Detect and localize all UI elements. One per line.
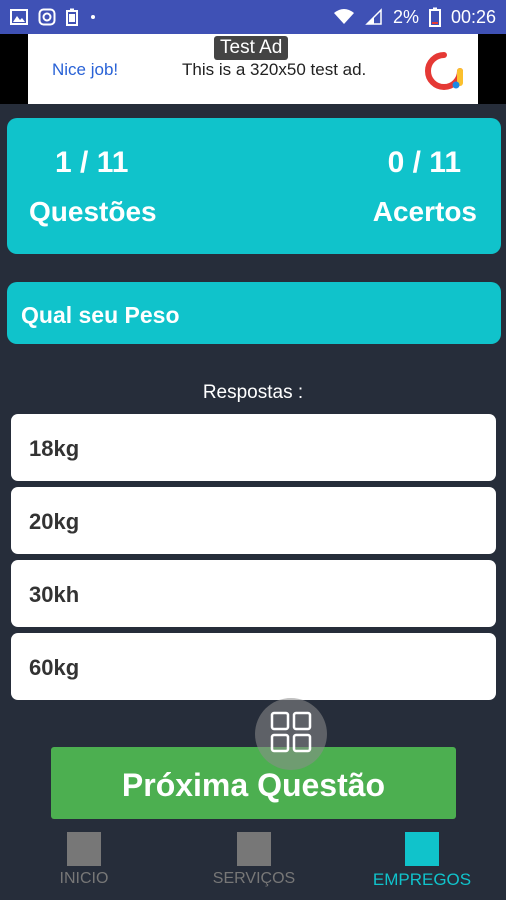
signal-icon xyxy=(365,8,383,26)
correct-label: Acertos xyxy=(372,196,477,227)
battery-percent: 2% xyxy=(392,6,419,27)
answer-option-4[interactable]: 60kg xyxy=(11,633,496,700)
answer-option-2[interactable]: 20kg xyxy=(11,487,496,554)
status-left xyxy=(10,8,98,26)
dot-icon xyxy=(88,12,98,22)
correct-count: 0 / 11 xyxy=(387,146,461,179)
battery-icon xyxy=(428,7,441,27)
admob-logo-icon[interactable] xyxy=(424,51,464,91)
floating-menu-button[interactable] xyxy=(255,698,327,770)
ad-label: Test Ad xyxy=(214,36,289,60)
grid-icon xyxy=(270,711,312,758)
score-card: 1 / 11 Questões 0 / 11 Acertos xyxy=(7,118,501,254)
questions-label: Questões xyxy=(29,196,157,227)
instagram-icon xyxy=(38,8,56,26)
nav-item-inicio[interactable]: INICIO xyxy=(14,828,154,888)
next-question-button[interactable]: Próxima Questão xyxy=(51,747,456,819)
questions-count: 1 / 11 xyxy=(55,146,129,179)
battery-saver-icon xyxy=(66,8,78,26)
answers-label: Respostas : xyxy=(202,382,304,403)
nav-item-empregos[interactable]: EMPREGOS xyxy=(352,828,492,890)
nav-item-servicos[interactable]: SERVIÇOS xyxy=(184,828,324,888)
nav-label-inicio: INICIO xyxy=(59,870,109,887)
image-icon xyxy=(10,9,28,25)
clock: 00:26 xyxy=(450,6,496,27)
question-text: Qual seu Peso xyxy=(7,282,501,344)
inicio-icon xyxy=(67,832,101,866)
empregos-icon xyxy=(405,832,439,866)
answer-option-3[interactable]: 30kh xyxy=(11,560,496,627)
status-bar: 2% 00:26 xyxy=(0,0,506,34)
servicos-icon xyxy=(237,832,271,866)
ad-text[interactable]: This is a 320x50 test ad. xyxy=(182,60,366,80)
wifi-icon xyxy=(333,8,355,26)
status-right: 2% 00:26 xyxy=(333,7,496,28)
ad-nice-job[interactable]: Nice job! xyxy=(52,60,118,80)
nav-label-servicos: SERVIÇOS xyxy=(212,870,296,887)
answer-option-1[interactable]: 18kg xyxy=(11,414,496,481)
nav-label-empregos: EMPREGOS xyxy=(372,870,472,889)
